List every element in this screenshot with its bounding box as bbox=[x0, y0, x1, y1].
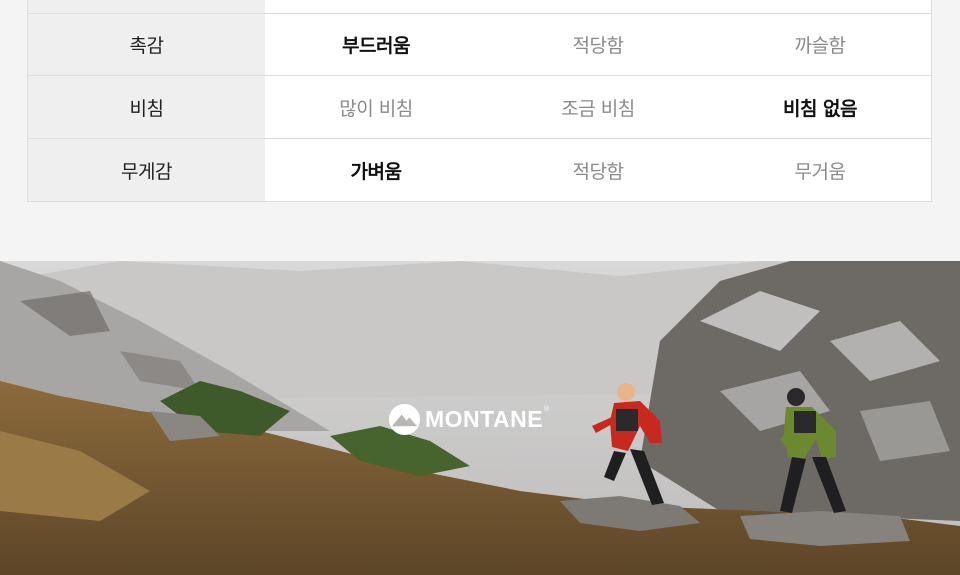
brand-wordmark: MONTANE® bbox=[425, 405, 550, 432]
row-header-partial bbox=[28, 0, 265, 13]
table-row-sheerness: 비침 많이 비침 조금 비침 비침 없음 bbox=[28, 76, 931, 139]
option-cell: 부드러움 bbox=[342, 35, 410, 57]
option-cell: 조금 비침 bbox=[561, 97, 635, 120]
table-row-partial bbox=[28, 0, 931, 14]
row-header: 촉감 bbox=[28, 14, 265, 75]
option-cell: 가벼움 bbox=[350, 160, 402, 183]
table-row-touch: 촉감 부드러움 적당함 까슬함 bbox=[28, 14, 931, 76]
option-cell: 적당함 bbox=[572, 35, 624, 57]
option-cell: 무거움 bbox=[794, 160, 846, 183]
table-row-weight: 무게감 가벼움 적당함 무거움 bbox=[28, 139, 931, 201]
hero-banner-image: MONTANE® bbox=[0, 261, 960, 575]
fabric-comparison-table: 촉감 부드러움 적당함 까슬함 비침 많이 비침 조금 비침 비침 없음 무게감… bbox=[27, 0, 932, 202]
option-cell: 비침 없음 bbox=[782, 97, 858, 120]
row-header: 비침 bbox=[28, 76, 265, 138]
option-cell: 많이 비침 bbox=[339, 97, 413, 120]
option-cell: 까슬함 bbox=[794, 35, 846, 57]
montane-mountain-icon bbox=[388, 403, 421, 435]
montane-logo: MONTANE® bbox=[388, 401, 550, 437]
option-cell: 적당함 bbox=[572, 160, 624, 183]
row-header: 무게감 bbox=[28, 139, 265, 201]
